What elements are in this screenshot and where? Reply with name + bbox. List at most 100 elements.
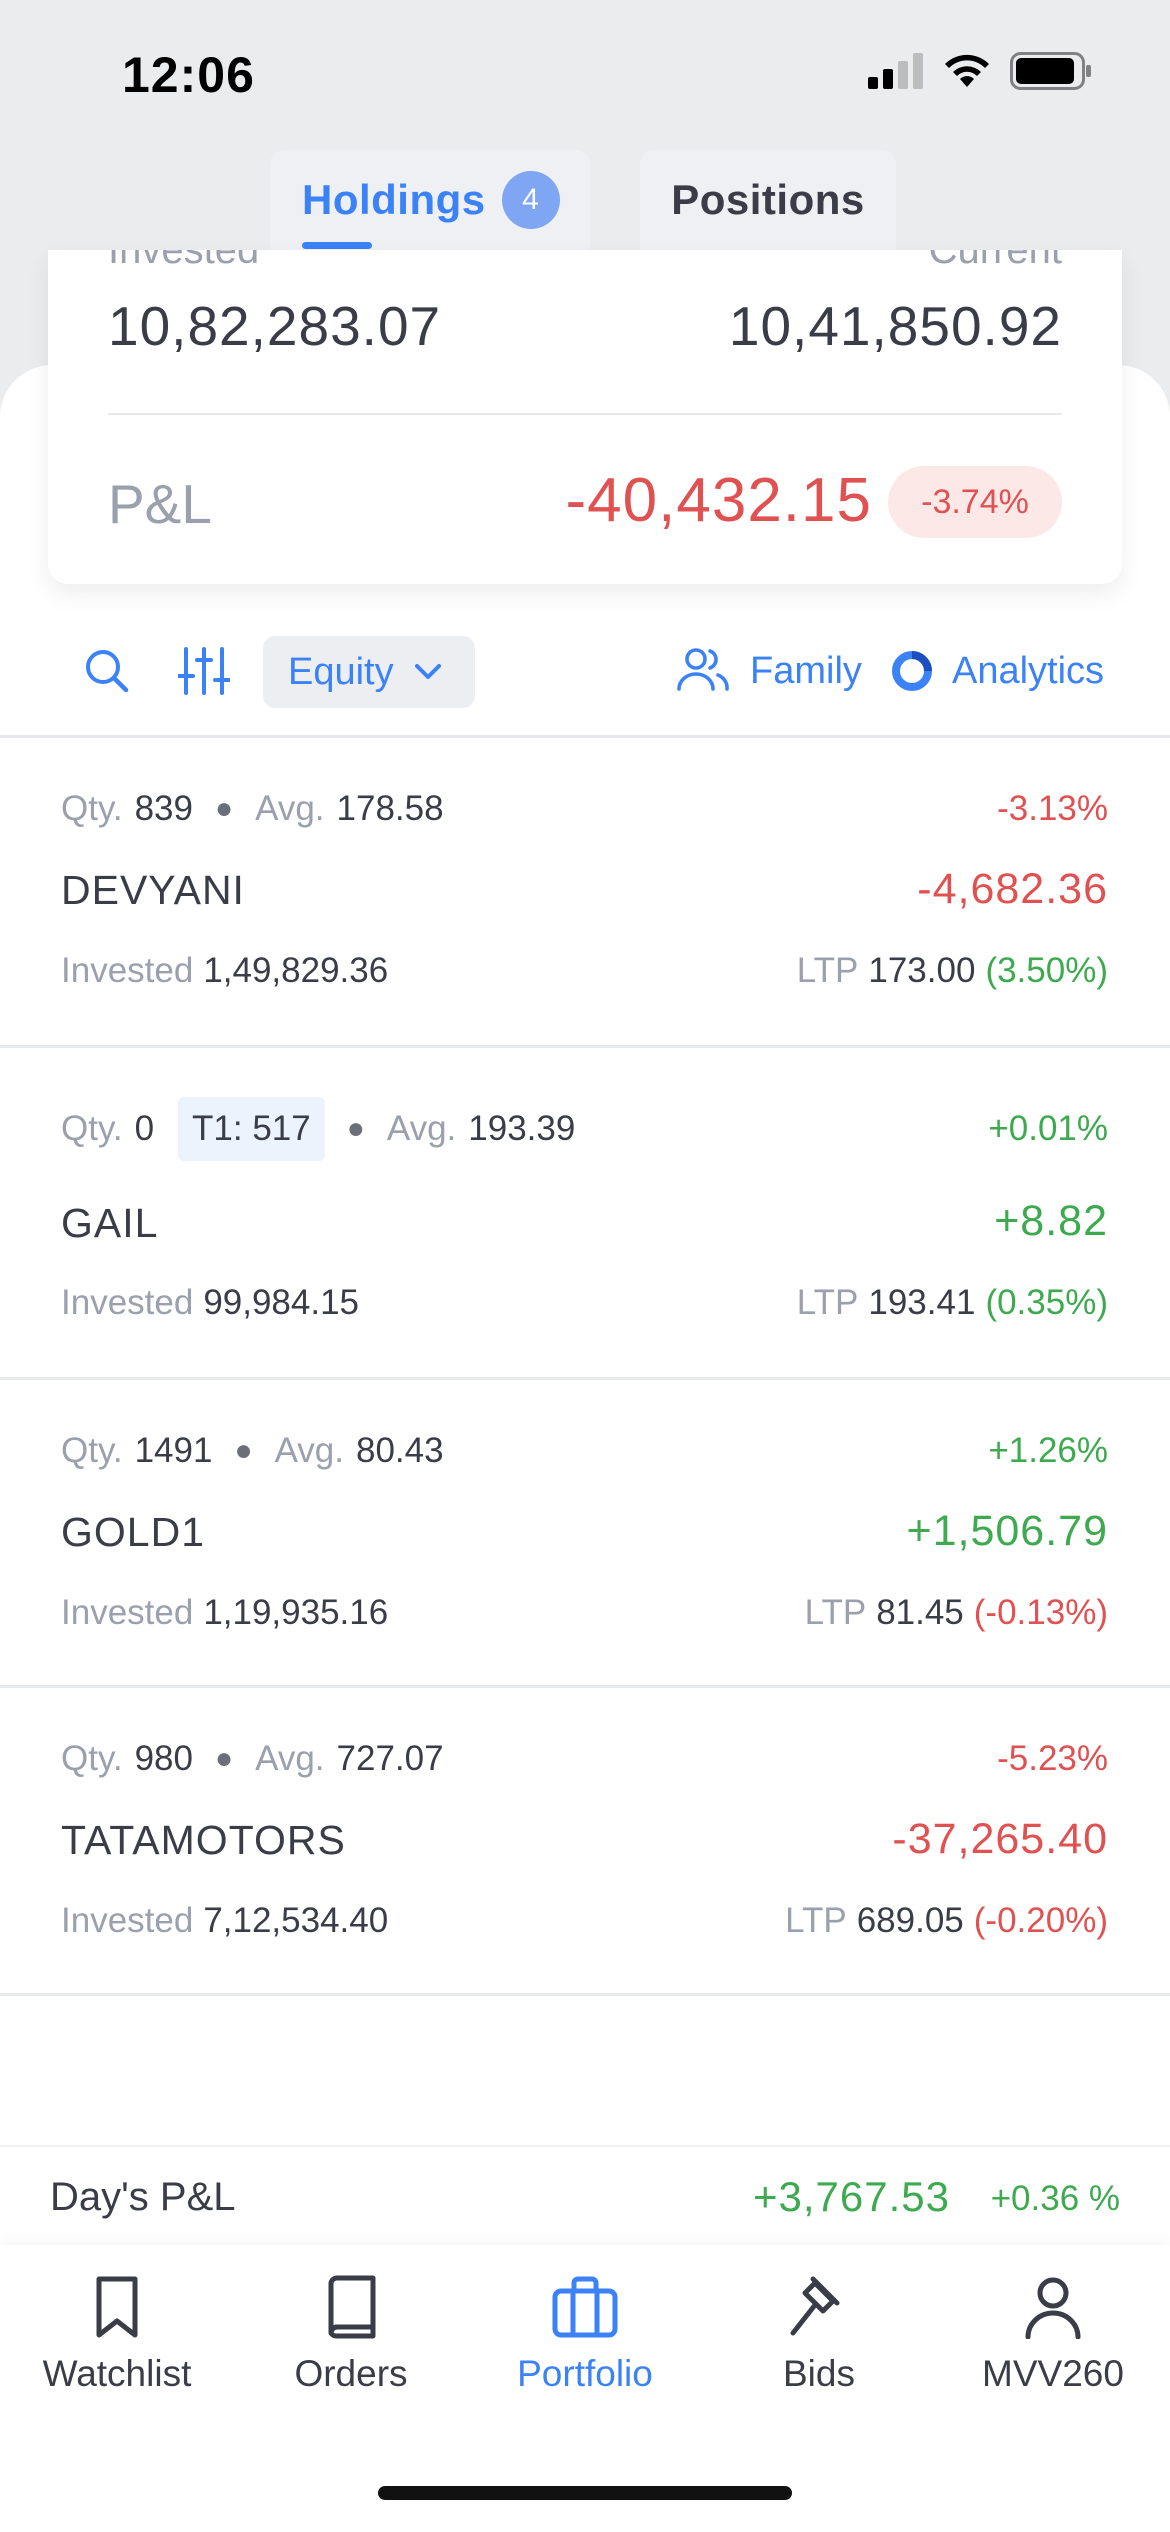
status-icons — [868, 52, 1092, 90]
holding-invested: Invested 99,984.15 — [61, 1283, 359, 1323]
segment-filter-dropdown[interactable]: Equity — [263, 636, 475, 708]
meta-separator: ● — [214, 792, 234, 825]
nav-watchlist-label: Watchlist — [42, 2353, 192, 2394]
qty-label: Qty. — [61, 789, 123, 828]
holding-pnl-percent: -5.23% — [997, 1739, 1108, 1778]
qty-value: 839 — [134, 789, 193, 828]
book-icon — [328, 2275, 376, 2339]
segment-filter-label: Equity — [288, 650, 394, 693]
row-divider — [0, 1993, 1170, 1996]
tab-positions[interactable]: Positions — [640, 150, 896, 250]
holdings-toolbar: Equity Family Analytics — [0, 620, 1170, 720]
ltp-value: 173.00 — [868, 951, 976, 990]
holding-pnl-value: +8.82 — [994, 1197, 1108, 1245]
avg-label: Avg. — [386, 1109, 457, 1148]
holding-invested: Invested 1,49,829.36 — [61, 951, 388, 991]
qty-label: Qty. — [61, 1739, 123, 1778]
ltp-change: (-0.13%) — [973, 1593, 1108, 1632]
ltp-value: 689.05 — [856, 1901, 964, 1940]
holding-pnl-percent: +1.26% — [988, 1431, 1108, 1470]
briefcase-icon — [552, 2276, 618, 2338]
nav-account-label: MVV260 — [982, 2353, 1124, 2394]
avg-label: Avg. — [274, 1431, 344, 1470]
holding-invested: Invested 1,19,935.16 — [61, 1593, 388, 1633]
signal-icon — [868, 53, 923, 89]
pnl-label: P&L — [108, 473, 212, 535]
ltp-label: LTP — [804, 1593, 867, 1632]
holding-row-gold1[interactable]: Qty. 1491 ● Avg. 80.43 +1.26% GOLD1 +1,506… — [0, 1379, 1170, 1685]
avg-value: 178.58 — [336, 789, 444, 828]
holding-meta: Qty. 839 ● Avg. 178.58 — [61, 789, 444, 829]
holding-meta: Qty. 1491 ● Avg. 80.43 — [61, 1431, 444, 1471]
meta-separator: ● — [214, 1742, 234, 1775]
active-tab-indicator — [302, 242, 372, 249]
ltp-value: 81.45 — [876, 1593, 964, 1632]
holding-pnl-value: -4,682.36 — [917, 865, 1108, 913]
status-bar: 12:06 — [0, 0, 1170, 150]
holding-row-tatamotors[interactable]: Qty. 980 ● Avg. 727.07 -5.23% TATAMOTORS -… — [0, 1687, 1170, 1993]
search-icon[interactable] — [84, 648, 130, 694]
holding-invested: Invested 7,12,534.40 — [61, 1901, 388, 1941]
nav-watchlist[interactable]: Watchlist — [0, 2275, 234, 2395]
sliders-icon[interactable] — [178, 646, 230, 696]
holding-symbol: TATAMOTORS — [61, 1817, 346, 1863]
qty-label: Qty. — [61, 1109, 123, 1148]
holding-ltp: LTP 81.45 (-0.13%) — [805, 1593, 1108, 1633]
nav-orders[interactable]: Orders — [234, 2275, 468, 2395]
ltp-label: LTP — [785, 1901, 847, 1940]
bookmark-icon — [96, 2276, 138, 2338]
analytics-icon[interactable] — [890, 649, 934, 693]
qty-value: 0 — [134, 1109, 155, 1148]
invested-label: Invested — [61, 1283, 194, 1322]
invested-label: Invested — [108, 250, 260, 272]
nav-portfolio[interactable]: Portfolio — [468, 2275, 702, 2395]
ltp-label: LTP — [796, 1283, 859, 1322]
holding-symbol: DEVYANI — [61, 867, 245, 913]
holding-symbol: GOLD1 — [61, 1509, 205, 1555]
current-value: 10,41,850.92 — [728, 295, 1062, 357]
holding-pnl-percent: +0.01% — [988, 1109, 1108, 1148]
holding-row-gail[interactable]: Qty. 0 T1: 517 ● Avg. 193.39 +0.01% GAIL +… — [0, 1047, 1170, 1377]
summary-divider — [108, 413, 1062, 415]
holding-symbol: GAIL — [61, 1200, 159, 1246]
holding-row-devyani[interactable]: Qty. 839 ● Avg. 178.58 -3.13% DEVYANI -4,6… — [0, 737, 1170, 1045]
family-link[interactable]: Family — [750, 650, 862, 693]
day-pnl-percent: +0.36 % — [990, 2179, 1120, 2218]
holding-ltp: LTP 173.00 (3.50%) — [797, 951, 1108, 991]
portfolio-summary-card: Invested Current 10,82,283.07 10,41,850.… — [48, 250, 1122, 584]
t1-quantity-badge: T1: 517 — [178, 1097, 325, 1161]
home-indicator[interactable] — [378, 2486, 792, 2500]
invested-value: 10,82,283.07 — [108, 295, 442, 357]
wifi-icon — [945, 54, 989, 87]
holding-pnl-value: -37,265.40 — [892, 1815, 1108, 1863]
ltp-change: (3.50%) — [985, 951, 1108, 990]
meta-separator: ● — [346, 1112, 365, 1145]
tab-holdings-label: Holdings — [302, 176, 486, 223]
analytics-link[interactable]: Analytics — [952, 650, 1104, 693]
qty-value: 980 — [134, 1739, 193, 1778]
nav-bids[interactable]: Bids — [702, 2275, 936, 2395]
nav-account[interactable]: MVV260 — [936, 2275, 1170, 2395]
avg-value: 80.43 — [355, 1431, 444, 1470]
invested-label: Invested — [61, 951, 194, 990]
ltp-value: 193.41 — [868, 1283, 976, 1322]
invested-value: 1,49,829.36 — [203, 951, 389, 990]
total-pnl-value: -40,432.15 — [565, 466, 872, 535]
family-icon[interactable] — [676, 646, 730, 692]
invested-value: 7,12,534.40 — [203, 1901, 389, 1940]
qty-value: 1491 — [134, 1431, 213, 1470]
avg-label: Avg. — [255, 789, 325, 828]
invested-label: Invested — [61, 1901, 194, 1940]
meta-separator: ● — [234, 1434, 253, 1467]
holding-meta: Qty. 0 T1: 517 ● Avg. 193.39 — [61, 1097, 575, 1161]
ltp-label: LTP — [796, 951, 859, 990]
avg-label: Avg. — [255, 1739, 325, 1778]
ltp-change: (-0.20%) — [973, 1901, 1108, 1940]
tab-positions-label: Positions — [671, 176, 865, 223]
holding-meta: Qty. 980 ● Avg. 727.07 — [61, 1739, 444, 1779]
qty-label: Qty. — [61, 1431, 123, 1470]
ltp-change: (0.35%) — [985, 1283, 1108, 1322]
tab-holdings[interactable]: Holdings 4 — [270, 150, 590, 250]
holding-ltp: LTP 193.41 (0.35%) — [797, 1283, 1108, 1323]
day-pnl-bar[interactable]: Day's P&L +3,767.53 +0.36 % — [0, 2145, 1170, 2245]
